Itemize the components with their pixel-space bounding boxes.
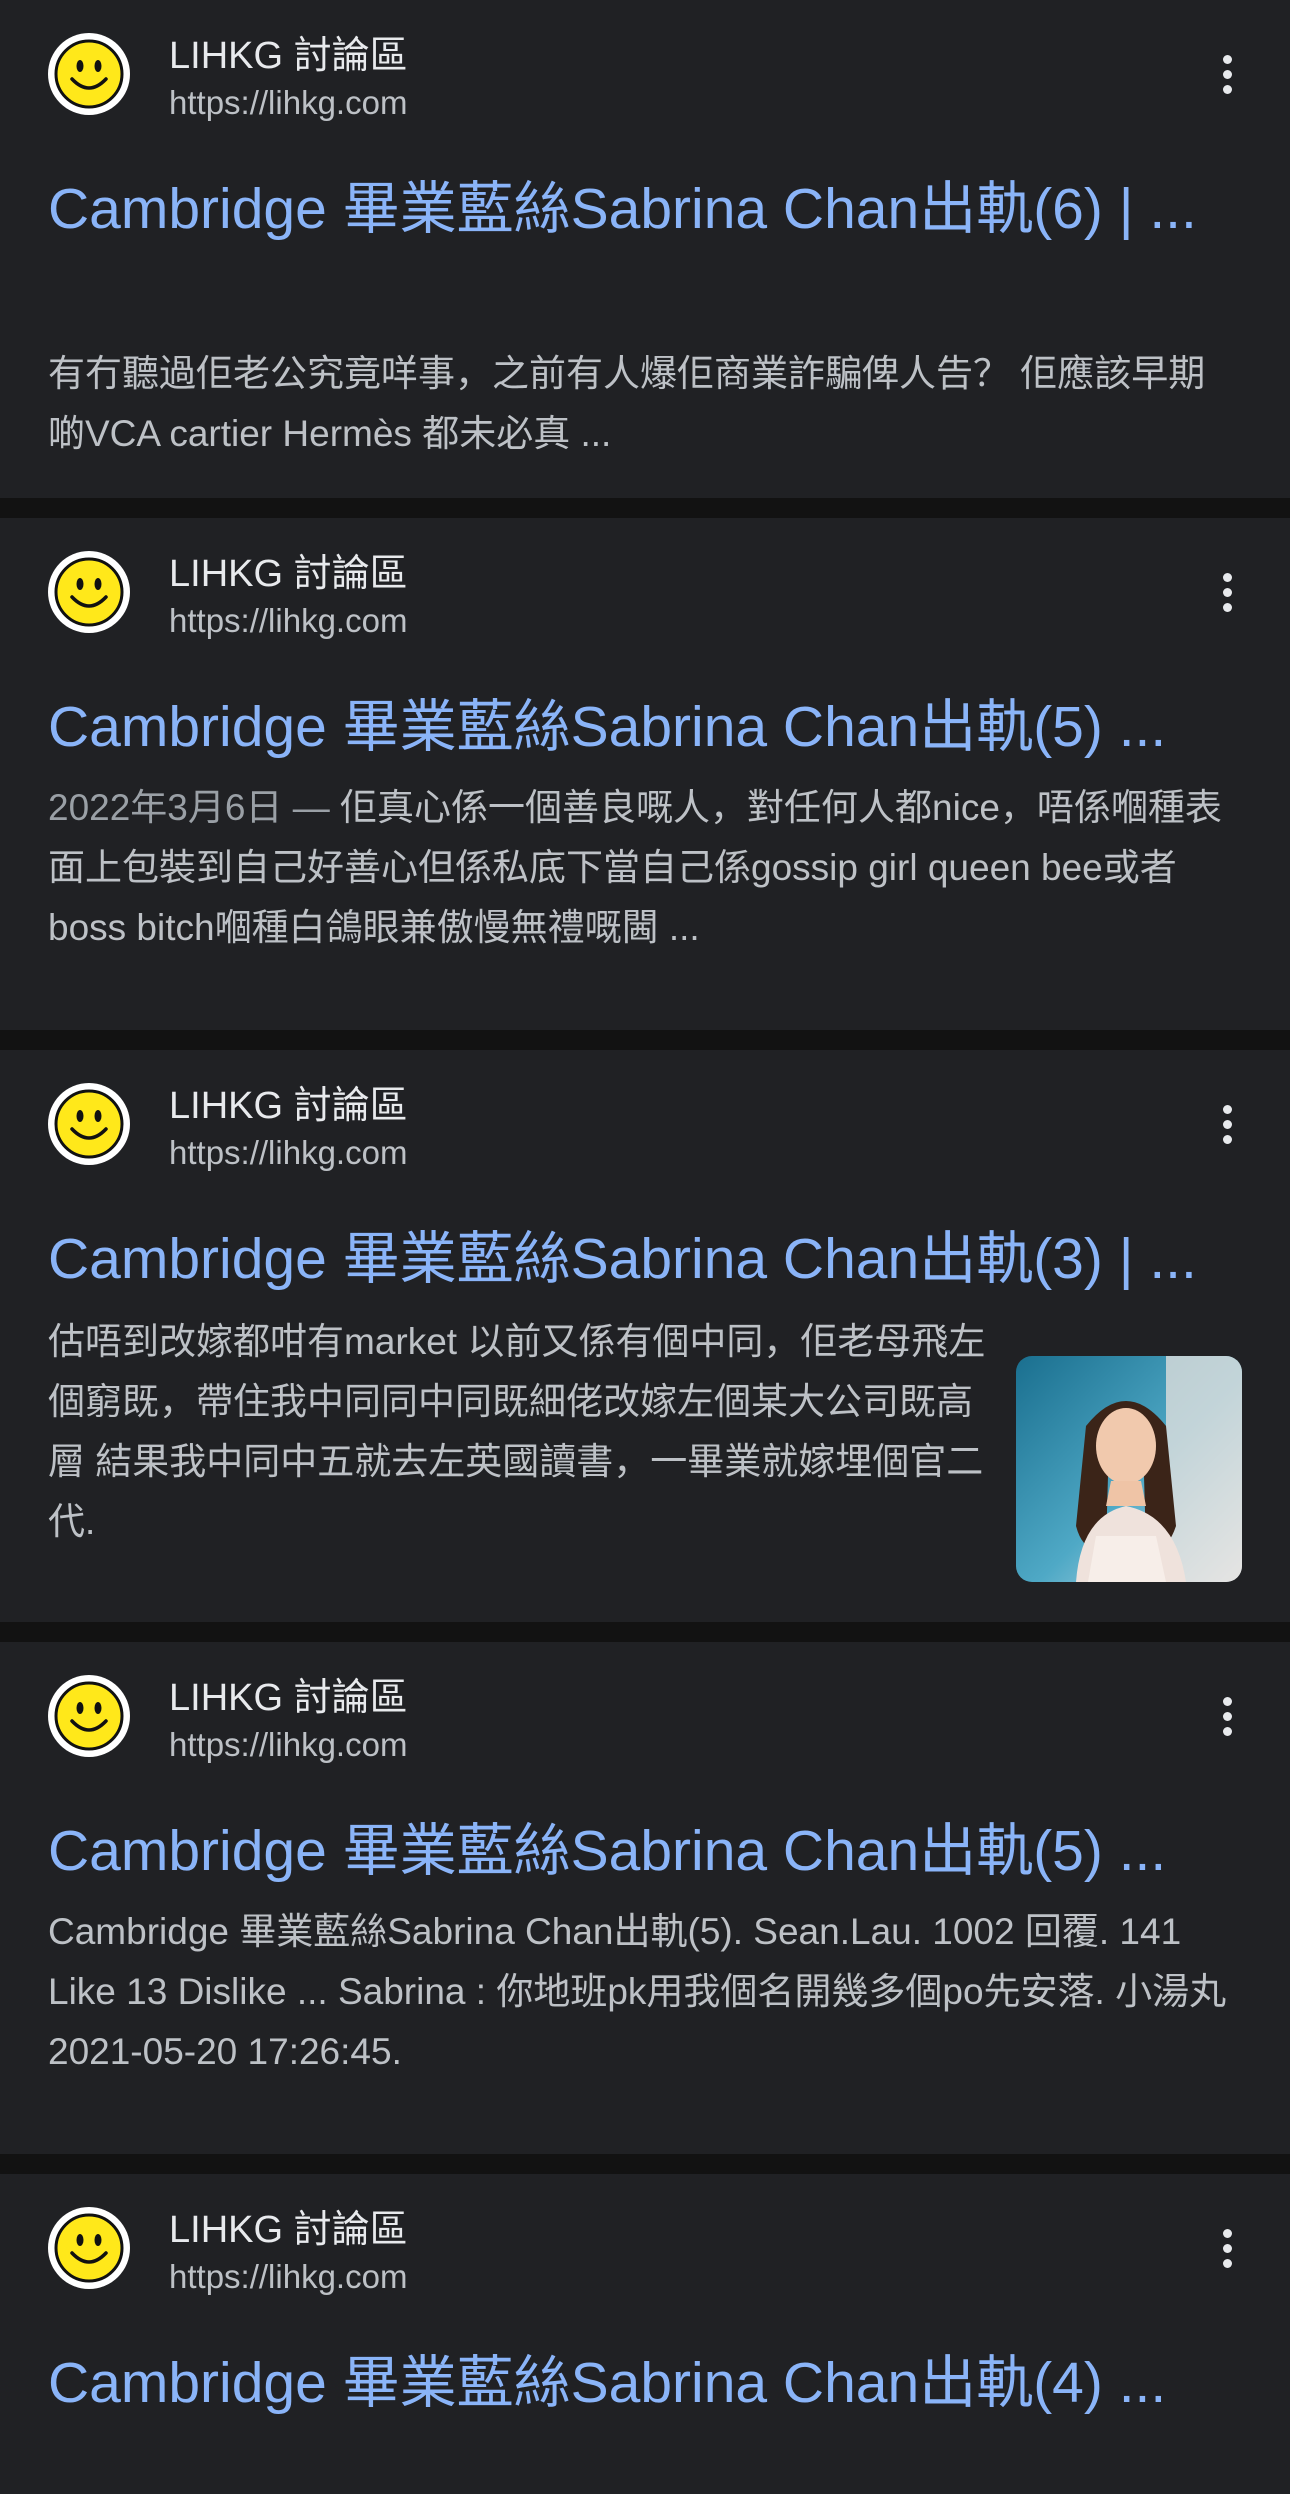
result-snippet: 估唔到改嫁都咁有market 以前又係有個中同，佢老母飛左個窮既，帶住我中同同中… (48, 1321, 986, 1542)
search-result-card: LIHKG 討論區 https://lihkg.com Cambridge 畢業… (0, 1642, 1290, 2154)
more-options-icon[interactable] (1212, 1695, 1242, 1739)
site-name: LIHKG 討論區 (169, 1085, 408, 1127)
result-snippet: Cambridge 畢業藍絲Sabrina Chan出軌(5). Sean.La… (48, 1911, 1227, 2072)
result-title-link[interactable]: Cambridge 畢業藍絲Sabrina Chan出軌(6) | ... (48, 168, 1242, 250)
site-name: LIHKG 討論區 (169, 1677, 408, 1719)
site-url: https://lihkg.com (169, 602, 408, 639)
site-url: https://lihkg.com (169, 1134, 408, 1171)
site-url: https://lihkg.com (169, 84, 408, 121)
result-title-link[interactable]: Cambridge 畢業藍絲Sabrina Chan出軌(4) ... (48, 2342, 1242, 2424)
result-title-link[interactable]: Cambridge 畢業藍絲Sabrina Chan出軌(5) ... (48, 1810, 1242, 1892)
more-options-icon[interactable] (1212, 2227, 1242, 2271)
smiley-face-icon (48, 2207, 130, 2289)
result-title-link[interactable]: Cambridge 畢業藍絲Sabrina Chan出軌(5) ... (48, 686, 1242, 768)
result-source-row[interactable]: LIHKG 討論區 https://lihkg.com (48, 2207, 1242, 2297)
search-result-card: LIHKG 討論區 https://lihkg.com Cambridge 畢業… (0, 1050, 1290, 1622)
search-result-card: LIHKG 討論區 https://lihkg.com Cambridge 畢業… (0, 2174, 1290, 2494)
search-result-card: LIHKG 討論區 https://lihkg.com Cambridge 畢業… (0, 0, 1290, 498)
smiley-face-icon (48, 551, 130, 633)
site-url: https://lihkg.com (169, 2258, 408, 2295)
result-date: 2022年3月6日 (48, 787, 283, 828)
more-options-icon[interactable] (1212, 571, 1242, 615)
search-results-list: LIHKG 討論區 https://lihkg.com Cambridge 畢業… (0, 0, 1290, 2494)
date-separator: — (292, 787, 330, 828)
result-title-link[interactable]: Cambridge 畢業藍絲Sabrina Chan出軌(3) | ... (48, 1218, 1242, 1300)
woman-portrait-thumbnail[interactable] (1016, 1356, 1242, 1582)
result-source-row[interactable]: LIHKG 討論區 https://lihkg.com (48, 551, 1242, 641)
result-source-row[interactable]: LIHKG 討論區 https://lihkg.com (48, 33, 1242, 123)
smiley-face-icon (48, 1675, 130, 1757)
result-source-row[interactable]: LIHKG 討論區 https://lihkg.com (48, 1083, 1242, 1173)
result-source-row[interactable]: LIHKG 討論區 https://lihkg.com (48, 1675, 1242, 1765)
site-name: LIHKG 討論區 (169, 2209, 408, 2251)
more-options-icon[interactable] (1212, 53, 1242, 97)
search-result-card: LIHKG 討論區 https://lihkg.com Cambridge 畢業… (0, 518, 1290, 1030)
site-name: LIHKG 討論區 (169, 553, 408, 595)
result-snippet: 有冇聽過佢老公究竟咩事，之前有人爆佢商業詐騙俾人告？ 佢應該早期啲VCA car… (48, 353, 1206, 454)
smiley-face-icon (48, 33, 130, 115)
site-url: https://lihkg.com (169, 1726, 408, 1763)
site-name: LIHKG 討論區 (169, 35, 408, 77)
smiley-face-icon (48, 1083, 130, 1165)
result-snippet-container: 2022年3月6日 — 佢真心係一個善良嘅人，對任何人都nice，唔係嗰種表面上… (48, 778, 1242, 958)
more-options-icon[interactable] (1212, 1103, 1242, 1147)
